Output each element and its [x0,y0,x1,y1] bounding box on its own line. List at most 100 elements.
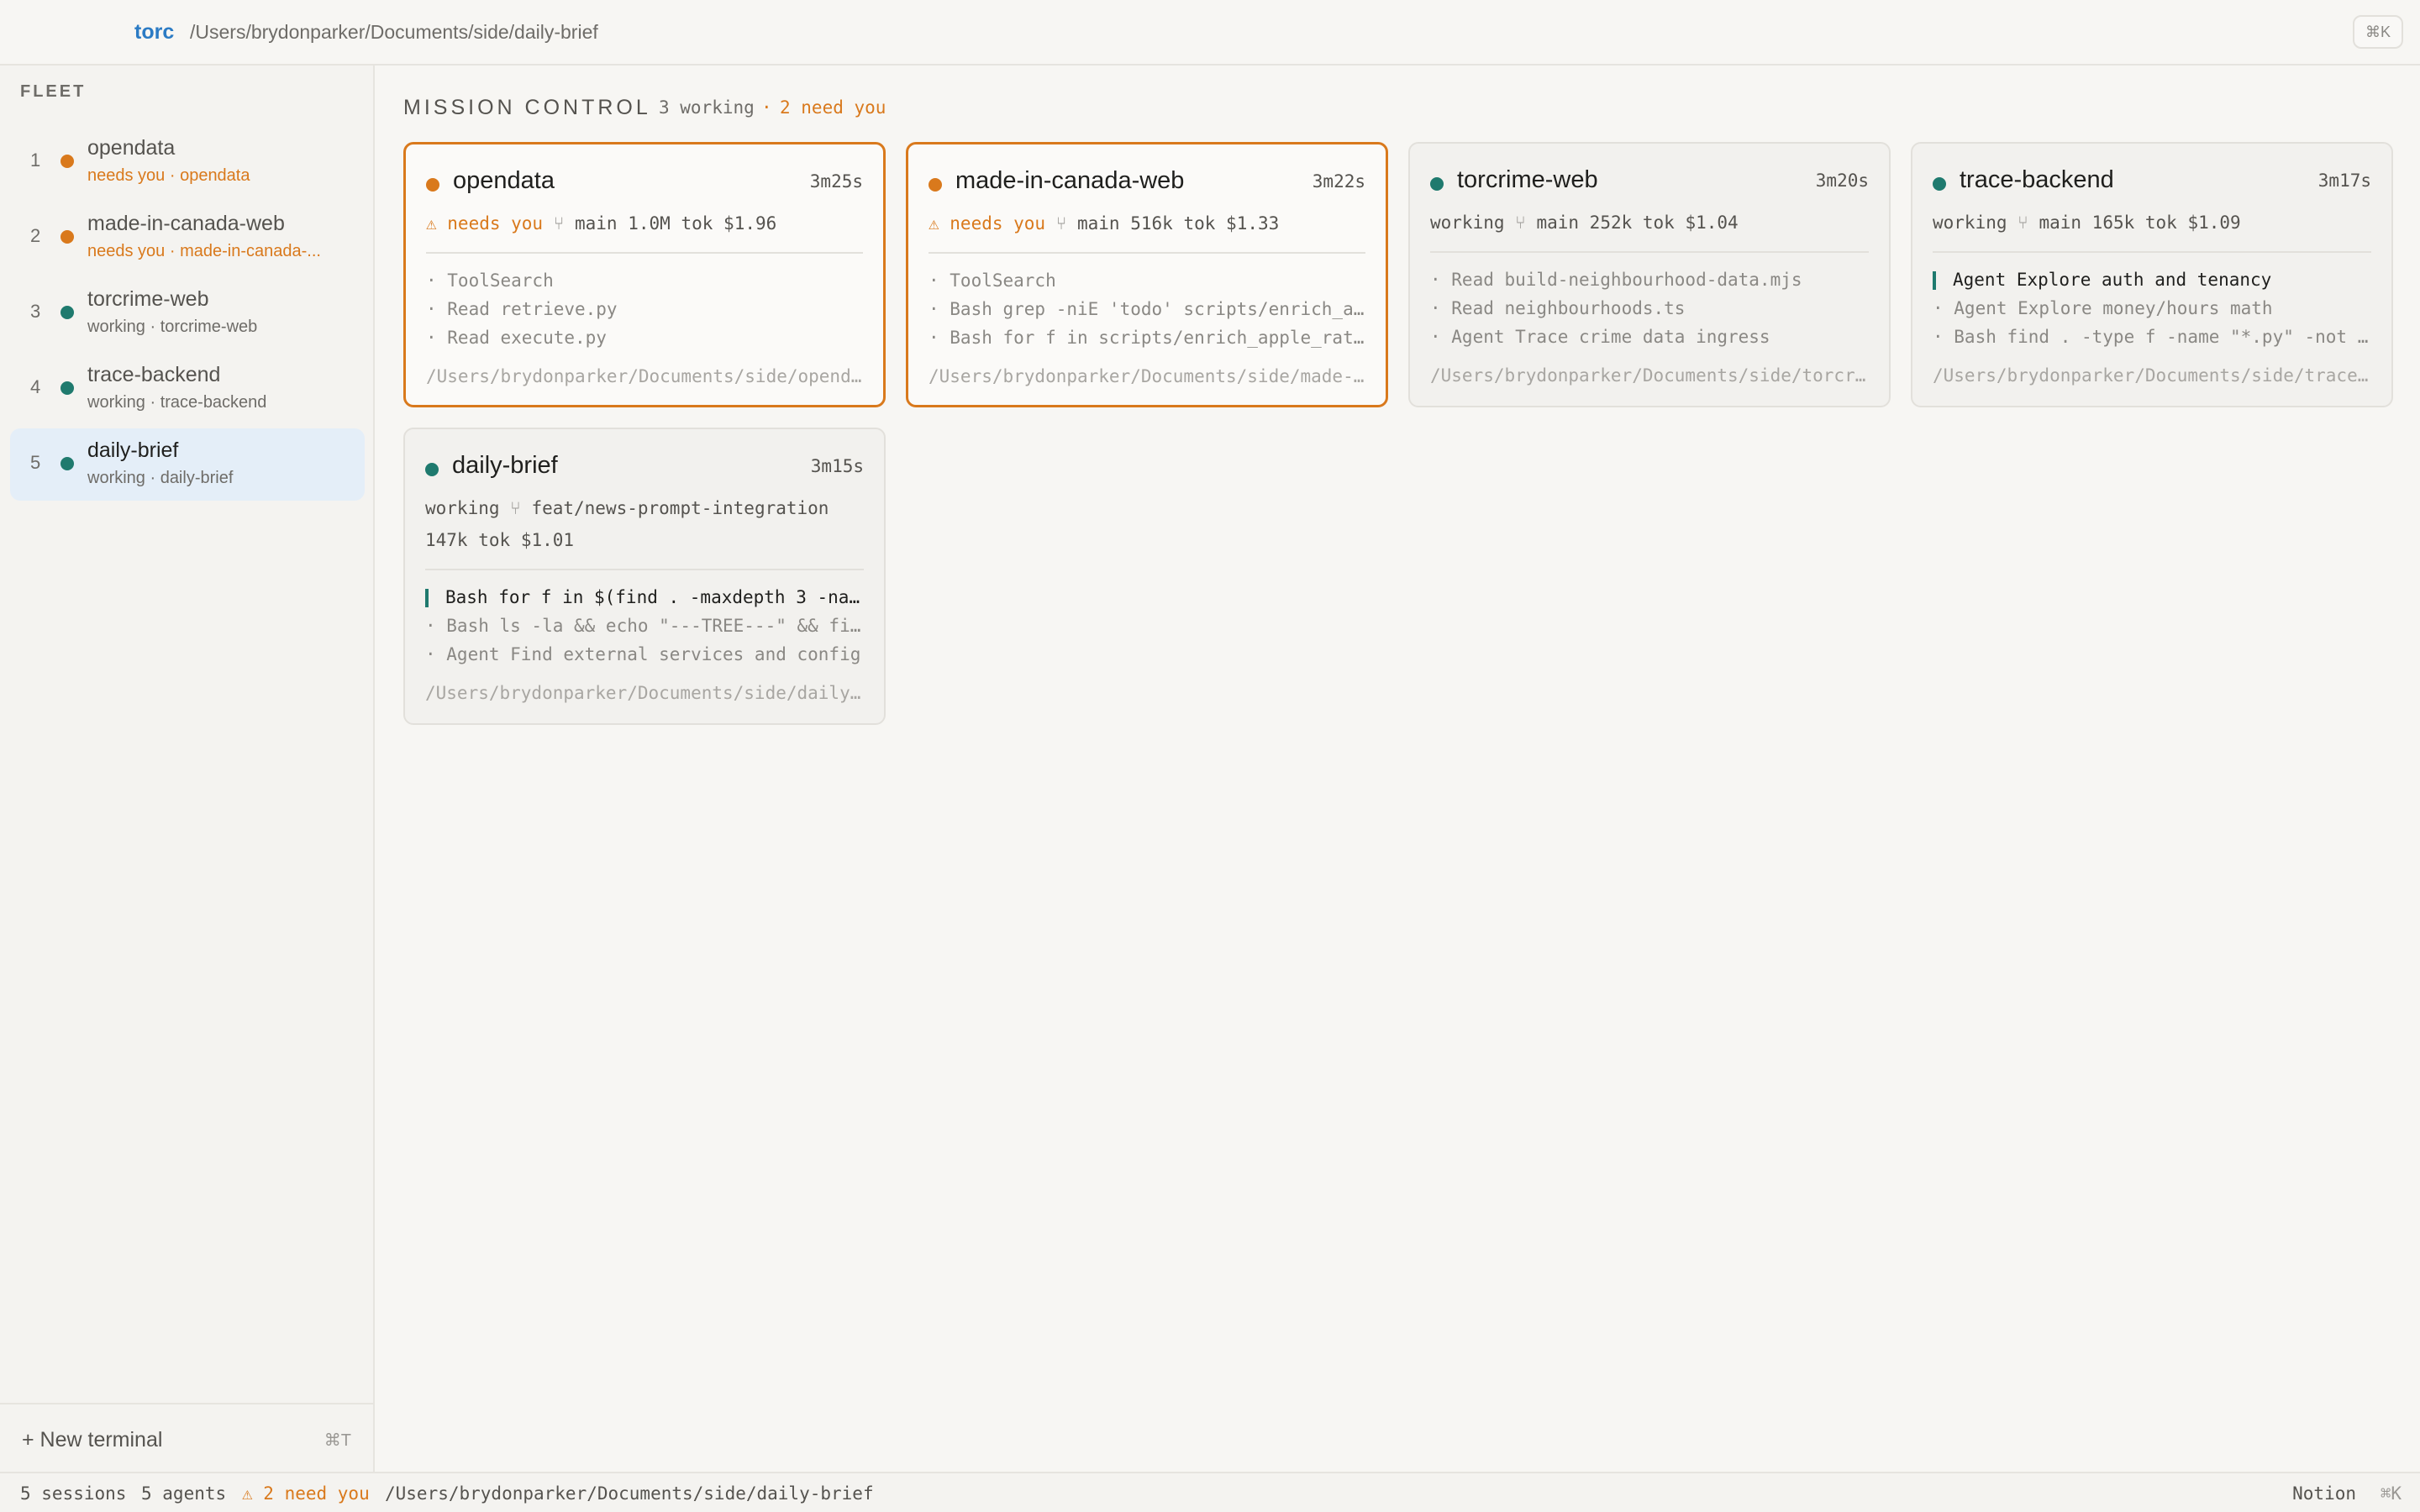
cost: $1.96 [723,213,777,234]
card-elapsed-time: 3m17s [2317,171,2371,191]
card-title: daily-brief [452,452,558,479]
activity-line: · Bash grep -niE 'todo' scripts/enrich_a… [929,299,1369,319]
card-elapsed-time: 3m15s [810,456,864,476]
session-card-opendata[interactable]: opendata 3m25s ⚠ needs you ⑂ main 1.0M t… [403,142,886,407]
card-title: trace-backend [1960,166,2114,193]
need-you-status[interactable]: ⚠ 2 need you [242,1483,370,1504]
current-activity-line: Bash for f in $(find . -maxdepth 3 -name [425,587,865,607]
fleet-item-name: daily-brief [87,438,179,462]
activity-line: · Read execute.py [426,328,607,348]
agents-count: 5 agents [141,1483,227,1504]
fleet-item-made-in-canada-web[interactable]: 2 made-in-canada-web needs you · made-in… [10,202,365,274]
activity-line: · Agent Explore money/hours math [1933,298,2273,318]
token-count: 516k tok [1130,213,1216,234]
new-terminal-shortcut: ⌘T [324,1431,351,1450]
sidebar: FLEET 1 opendata needs you · opendata 2 … [0,66,375,1472]
cost: $1.04 [1685,213,1739,233]
card-title: made-in-canada-web [955,167,1185,194]
status-path: /Users/brydonparker/Documents/side/daily… [385,1483,874,1504]
status-dot-icon [60,381,74,395]
token-count: 252k tok [1589,213,1675,233]
status-dot-icon [426,178,439,192]
session-card-made-in-canada-web[interactable]: made-in-canada-web 3m22s ⚠ needs you ⑂ m… [906,142,1388,407]
status-bar: 5 sessions 5 agents ⚠ 2 need you /Users/… [0,1472,2420,1512]
activity-line: · Bash for f in scripts/enrich_apple_rat… [929,328,1369,348]
card-meta: ⚠ needs you ⑂ main 1.0M tok $1.96 [426,213,776,234]
cost: $1.01 [520,530,575,550]
fleet-item-torcrime-web[interactable]: 3 torcrime-web working · torcrime-web [10,277,365,349]
activity-line: · Agent Find external services and confi… [425,644,861,664]
fleet-item-opendata[interactable]: 1 opendata needs you · opendata [10,126,365,198]
session-card-torcrime-web[interactable]: torcrime-web 3m20s working ⑂ main 252k t… [1408,142,1891,407]
card-meta: working ⑂ feat/news-prompt-integration [425,498,829,518]
app-name[interactable]: torc [134,20,174,45]
branch-name: main [1077,213,1120,234]
branch-name: main [575,213,618,234]
fleet-item-number: 2 [30,225,41,246]
fleet-item-status: needs you · opendata [87,166,250,185]
activity-line: · Agent Trace crime data ingress [1430,327,1770,347]
new-terminal-label: + New terminal [22,1428,163,1452]
card-path: /Users/brydonparker/Documents/side/torcr… [1430,365,1870,386]
working-state: working [425,498,500,518]
fleet-item-trace-backend[interactable]: 4 trace-backend working · trace-backend [10,353,365,425]
branch-name: main [1536,213,1580,233]
card-usage: 147k tok $1.01 [425,530,574,550]
card-meta: working ⑂ main 252k tok $1.04 [1430,213,1739,233]
command-palette-button[interactable]: ⌘K [2353,15,2403,49]
fleet-item-name: made-in-canada-web [87,212,285,235]
card-divider [1933,251,2371,253]
session-card-daily-brief[interactable]: daily-brief 3m15s working ⑂ feat/news-pr… [403,428,886,725]
card-title: torcrime-web [1457,166,1598,193]
status-dot-icon [1933,177,1946,191]
card-elapsed-time: 3m25s [809,171,863,192]
activity-line: · Read retrieve.py [426,299,618,319]
card-path: /Users/brydonparker/Documents/side/daily… [425,683,865,703]
cost: $1.33 [1226,213,1280,234]
activity-line: · ToolSearch [929,270,1056,291]
branch-name: feat/news-prompt-integration [531,498,829,518]
status-dot-icon [60,306,74,319]
fleet-item-name: trace-backend [87,363,221,386]
need-you-count: 2 need you [780,97,886,118]
working-count: 3 working [659,97,755,118]
current-activity-line: Agent Explore auth and tenancy [1933,270,2373,290]
needs-you-badge: ⚠ needs you [929,213,1046,234]
status-shortcut: ⌘K [2380,1483,2402,1504]
activity-line: · ToolSearch [426,270,554,291]
fleet-heading: FLEET [20,82,87,101]
fleet-item-status: working · torcrime-web [87,318,258,336]
new-terminal-button[interactable]: + New terminal ⌘T [0,1403,373,1472]
card-elapsed-time: 3m22s [1312,171,1365,192]
activity-line: · Bash find . -type f -name "*.py" -not … [1933,327,2373,347]
card-elapsed-time: 3m20s [1815,171,1869,191]
fleet-item-status: working · trace-backend [87,393,267,412]
activity-line: · Read build-neighbourhood-data.mjs [1430,270,1802,290]
card-meta: ⚠ needs you ⑂ main 516k tok $1.33 [929,213,1279,234]
card-divider [426,252,863,254]
fleet-item-status: working · daily-brief [87,469,234,487]
card-title: opendata [453,167,555,194]
fleet-item-number: 5 [30,452,41,473]
card-divider [425,569,864,570]
fleet-item-number: 1 [30,150,41,171]
sessions-count: 5 sessions [20,1483,127,1504]
activity-line: · Bash ls -la && echo "---TREE---" && fi… [425,616,865,636]
working-state: working [1933,213,2007,233]
branch-icon: ⑂ [2018,213,2028,233]
fleet-item-daily-brief[interactable]: 5 daily-brief working · daily-brief [10,428,365,501]
branch-icon: ⑂ [1515,213,1526,233]
status-dot-icon [60,457,74,470]
fleet-item-name: opendata [87,136,176,160]
fleet-item-number: 4 [30,376,41,397]
cost: $1.09 [2187,213,2241,233]
branch-icon: ⑂ [1055,213,1067,234]
token-count: 147k tok [425,530,511,550]
session-card-trace-backend[interactable]: trace-backend 3m17s working ⑂ main 165k … [1911,142,2393,407]
status-dot-icon [425,463,439,476]
page-title: MISSION CONTROL [403,96,651,119]
card-path: /Users/brydonparker/Documents/side/trace… [1933,365,2373,386]
notion-link[interactable]: Notion [2292,1483,2356,1504]
token-count: 1.0M tok [628,213,713,234]
card-path: /Users/brydonparker/Documents/side/opend… [426,366,866,386]
